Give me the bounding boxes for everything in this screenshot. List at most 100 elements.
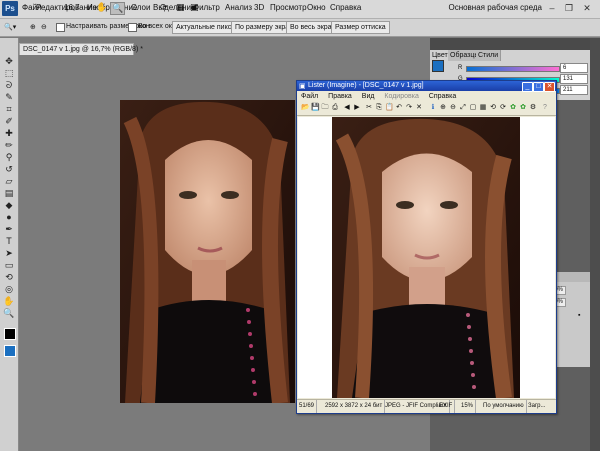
lister-app-icon: ▣ bbox=[299, 83, 306, 90]
actual-size-icon[interactable]: ▢ bbox=[469, 104, 477, 112]
menu-layers[interactable]: Слои bbox=[131, 3, 150, 12]
history-brush-tool-icon[interactable]: ↺ bbox=[3, 164, 15, 174]
lister-close-icon[interactable]: ✕ bbox=[544, 82, 555, 92]
rotate-left-icon[interactable]: ⟲ bbox=[489, 104, 497, 112]
eraser-tool-icon[interactable]: ▱ bbox=[3, 176, 15, 186]
lister-title: Lister (Imagine) - [DSC_0147 v 1.jpg] bbox=[308, 82, 424, 89]
options-bar: 🔍▾ ⊕ ⊖ Настраивать размер окон Во всех о… bbox=[0, 19, 600, 37]
menu-view[interactable]: Просмотр bbox=[270, 3, 307, 12]
lister-menu-encoding[interactable]: Кодировка bbox=[384, 93, 418, 100]
menu-analysis[interactable]: Анализ bbox=[225, 3, 252, 12]
menu-3d[interactable]: 3D bbox=[254, 3, 264, 12]
effect-icon[interactable]: ✿ bbox=[509, 104, 517, 112]
type-tool-icon[interactable]: T bbox=[3, 236, 15, 246]
cut-icon[interactable]: ✂ bbox=[365, 104, 373, 112]
menu-help[interactable]: Справка bbox=[330, 3, 361, 12]
info-icon[interactable]: ℹ bbox=[429, 104, 437, 112]
screen-mode-icon[interactable]: ▣ bbox=[190, 2, 199, 13]
hand-tool-icon[interactable]: ✋ bbox=[96, 2, 107, 13]
hand-icon[interactable]: ✋ bbox=[3, 296, 15, 306]
zoom-tool-icon[interactable]: 🔍▾ bbox=[4, 23, 16, 31]
rotate-view-icon[interactable]: ⟳ bbox=[160, 2, 168, 13]
clone-stamp-tool-icon[interactable]: ⚲ bbox=[3, 152, 15, 162]
green-value[interactable]: 131 bbox=[560, 74, 588, 84]
undo-icon[interactable]: ↶ bbox=[395, 104, 403, 112]
redo-icon[interactable]: ↷ bbox=[405, 104, 413, 112]
document-tab[interactable]: DSC_0147 v 1.jpg @ 16,7% (RGB/8) * bbox=[19, 43, 143, 55]
lister-photo bbox=[332, 117, 520, 398]
lister-menu-help[interactable]: Справка bbox=[429, 93, 456, 100]
zoom-out-icon[interactable]: ⊖ bbox=[41, 23, 47, 31]
lister-menu-edit[interactable]: Правка bbox=[328, 93, 352, 100]
lister-image-view bbox=[298, 117, 555, 398]
status-exif[interactable]: EXIF bbox=[437, 400, 456, 413]
foreground-color-preview[interactable] bbox=[432, 60, 444, 72]
settings-icon[interactable]: ⚙ bbox=[529, 104, 537, 112]
lister-menu-file[interactable]: Файл bbox=[301, 93, 318, 100]
save-icon[interactable]: 💾 bbox=[311, 104, 320, 112]
zoom-in-toolbar-icon[interactable]: ⊕ bbox=[439, 104, 447, 112]
channel-r-label: R bbox=[458, 65, 463, 71]
zoom-out-toolbar-icon[interactable]: ⊖ bbox=[449, 104, 457, 112]
status-load: Загр... bbox=[528, 403, 546, 409]
red-value[interactable]: 6 bbox=[560, 63, 588, 73]
quick-mask-icon[interactable] bbox=[4, 345, 16, 357]
slideshow-icon[interactable]: ▦ bbox=[479, 104, 487, 112]
blur-tool-icon[interactable]: ◆ bbox=[3, 200, 15, 210]
shape-tool-icon[interactable]: ▭ bbox=[3, 260, 15, 270]
prev-icon[interactable]: ◀ bbox=[343, 104, 351, 112]
lister-title-bar[interactable]: ▣ Lister (Imagine) - [DSC_0147 v 1.jpg] … bbox=[297, 81, 556, 92]
lister-menu-view[interactable]: Вид bbox=[362, 93, 375, 100]
path-select-tool-icon[interactable]: ➤ bbox=[3, 248, 15, 258]
gradient-tool-icon[interactable]: ▤ bbox=[3, 188, 15, 198]
lasso-tool-icon[interactable]: ᘐ bbox=[3, 80, 15, 90]
print-icon[interactable]: ⎙ bbox=[331, 104, 339, 112]
foreground-color-swatch[interactable] bbox=[4, 328, 16, 340]
arrange-documents-icon[interactable]: ▦ bbox=[176, 2, 185, 13]
lister-menu-bar: Файл Правка Вид Кодировка Справка bbox=[297, 92, 556, 102]
paste-icon[interactable]: 📋 bbox=[385, 104, 394, 112]
dodge-tool-icon[interactable]: ● bbox=[3, 212, 15, 222]
red-slider[interactable] bbox=[466, 66, 560, 72]
all-windows-checkbox[interactable] bbox=[128, 23, 137, 32]
lister-window: ▣ Lister (Imagine) - [DSC_0147 v 1.jpg] … bbox=[296, 80, 557, 414]
eyedropper-tool-icon[interactable]: ✐ bbox=[3, 116, 15, 126]
resize-windows-checkbox[interactable] bbox=[56, 23, 65, 32]
folder-icon[interactable]: 🗀 bbox=[321, 104, 329, 112]
menu-window[interactable]: Окно bbox=[307, 3, 326, 12]
zoom-value[interactable]: 16,7 bbox=[64, 3, 80, 12]
plugin-icon[interactable]: ✿ bbox=[519, 104, 527, 112]
next-icon[interactable]: ▶ bbox=[353, 104, 361, 112]
quick-select-tool-icon[interactable]: ✎ bbox=[3, 92, 15, 102]
lister-minimize-icon[interactable]: _ bbox=[522, 82, 533, 92]
3d-orbit-tool-icon[interactable]: ◎ bbox=[3, 284, 15, 294]
crop-tool-icon[interactable]: ⌗ bbox=[3, 104, 15, 114]
status-mode: По умолчанию bbox=[481, 400, 527, 413]
zoom-icon[interactable]: 🔍 bbox=[3, 308, 15, 318]
help-icon[interactable]: ? bbox=[541, 104, 549, 112]
healing-brush-tool-icon[interactable]: ✚ bbox=[3, 128, 15, 138]
3d-rotate-tool-icon[interactable]: ⟲ bbox=[3, 272, 15, 282]
rotate-right-icon[interactable]: ⟳ bbox=[499, 104, 507, 112]
restore-icon[interactable]: ❐ bbox=[562, 2, 576, 15]
minimize-icon[interactable]: – bbox=[545, 2, 559, 15]
brush-tool-icon[interactable]: ✏ bbox=[3, 140, 15, 150]
workspace-selector[interactable]: Основная рабочая среда bbox=[448, 3, 542, 12]
zoom-tool-bar-icon[interactable]: 🔍 bbox=[110, 2, 126, 15]
marquee-tool-icon[interactable]: ⬚ bbox=[3, 68, 15, 78]
close-icon[interactable]: ✕ bbox=[580, 2, 594, 15]
zoom-in-icon[interactable]: ⊕ bbox=[30, 23, 36, 31]
open-icon[interactable]: 📂 bbox=[301, 104, 310, 112]
tab-styles[interactable]: Стили bbox=[476, 50, 502, 61]
print-size-button[interactable]: Размер оттиска bbox=[331, 21, 390, 34]
status-zoom[interactable]: 15% bbox=[459, 400, 477, 413]
lister-maximize-icon[interactable]: □ bbox=[533, 82, 544, 92]
blue-value[interactable]: 211 bbox=[560, 85, 588, 95]
pen-tool-icon[interactable]: ✒ bbox=[3, 224, 15, 234]
delete-icon[interactable]: ✕ bbox=[415, 104, 423, 112]
move-tool-icon[interactable]: ✥ bbox=[3, 56, 15, 66]
fit-icon[interactable]: ⤢ bbox=[459, 104, 467, 112]
copy-icon[interactable]: ⎘ bbox=[375, 104, 383, 112]
collapsed-panel-strip bbox=[590, 38, 600, 451]
photoshop-logo[interactable]: Ps bbox=[2, 1, 18, 16]
